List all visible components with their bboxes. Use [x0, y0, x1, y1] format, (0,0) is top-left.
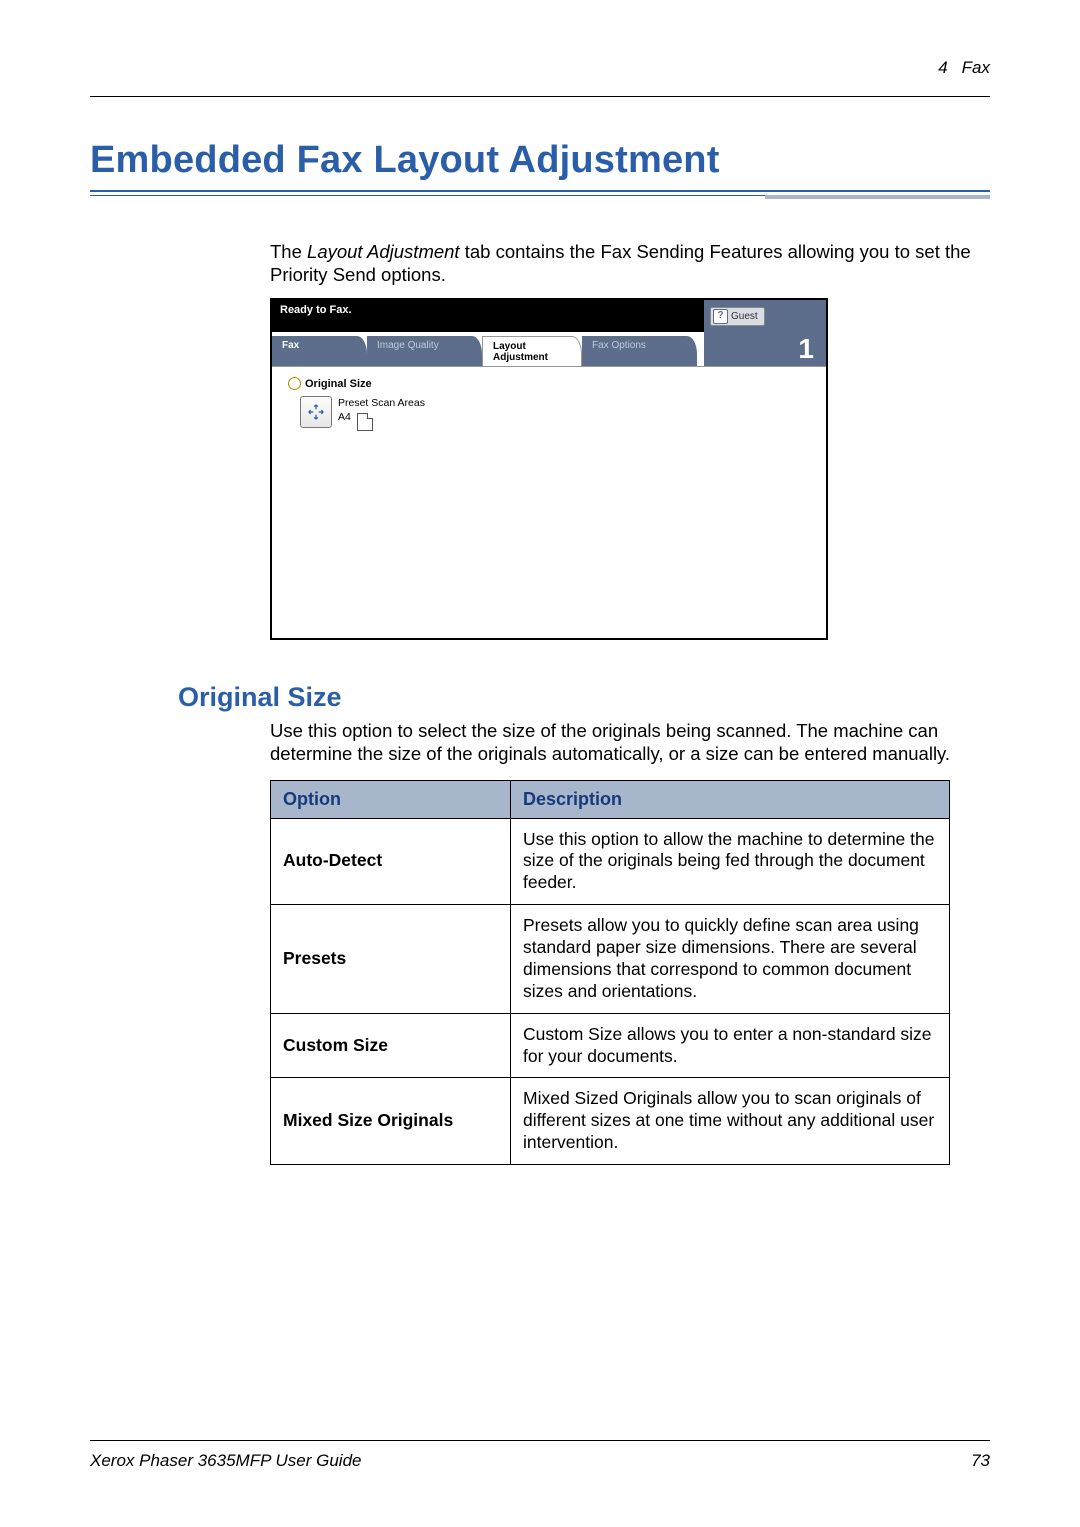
desc-custom-size: Custom Size allows you to enter a non-st…: [511, 1013, 950, 1078]
header-chapter-name: Fax: [962, 58, 990, 78]
desc-presets: Presets allow you to quickly define scan…: [511, 905, 950, 1014]
desc-mixed-size: Mixed Sized Originals allow you to scan …: [511, 1078, 950, 1165]
options-table: Option Description Auto-Detect Use this …: [270, 780, 950, 1166]
preset-scan-button[interactable]: [300, 396, 332, 428]
opt-mixed-size: Mixed Size Originals: [271, 1078, 511, 1165]
table-row: Auto-Detect Use this option to allow the…: [271, 818, 950, 905]
status-dot-icon: [288, 377, 301, 390]
guest-label: Guest: [731, 311, 758, 322]
section-heading: Original Size: [178, 682, 990, 713]
preset-line1: Preset Scan Areas: [338, 396, 425, 410]
th-option: Option: [271, 780, 511, 818]
help-icon: ?: [713, 309, 728, 324]
opt-auto-detect: Auto-Detect: [271, 818, 511, 905]
section-paragraph: Use this option to select the size of th…: [270, 719, 990, 765]
footer-page-number: 73: [971, 1451, 990, 1471]
th-description: Description: [511, 780, 950, 818]
header-rule: [90, 96, 990, 97]
device-count: 1: [704, 332, 826, 366]
intro-em: Layout Adjustment: [307, 241, 460, 262]
guest-button[interactable]: ? Guest: [710, 307, 765, 326]
expand-arrows-icon: [307, 403, 325, 421]
opt-presets: Presets: [271, 905, 511, 1014]
table-row: Mixed Size Originals Mixed Sized Origina…: [271, 1078, 950, 1165]
page-icon: [357, 413, 373, 431]
table-row: Custom Size Custom Size allows you to en…: [271, 1013, 950, 1078]
device-screenshot: Ready to Fax. ? Guest Fax Image Quality …: [270, 298, 828, 640]
tab-layout-adjustment[interactable]: Layout Adjustment: [482, 336, 582, 366]
original-size-label: Original Size: [305, 378, 372, 390]
intro-paragraph: The Layout Adjustment tab contains the F…: [270, 240, 990, 286]
device-tabs: Fax Image Quality Layout Adjustment Fax …: [272, 332, 704, 366]
tab-fax[interactable]: Fax: [272, 336, 367, 366]
page-title: Embedded Fax Layout Adjustment: [90, 139, 990, 182]
footer-rule: [90, 1440, 990, 1441]
desc-auto-detect: Use this option to allow the machine to …: [511, 818, 950, 905]
footer-guide-name: Xerox Phaser 3635MFP User Guide: [90, 1451, 362, 1471]
tab-image-quality[interactable]: Image Quality: [367, 336, 482, 366]
device-status: Ready to Fax.: [272, 300, 704, 332]
tab-fax-options[interactable]: Fax Options: [582, 336, 697, 366]
preset-line2: A4: [338, 410, 351, 424]
header-chapter-number: 4: [938, 58, 947, 78]
opt-custom-size: Custom Size: [271, 1013, 511, 1078]
table-row: Presets Presets allow you to quickly def…: [271, 905, 950, 1014]
intro-text-1: The: [270, 241, 307, 262]
title-underline: [90, 190, 990, 200]
